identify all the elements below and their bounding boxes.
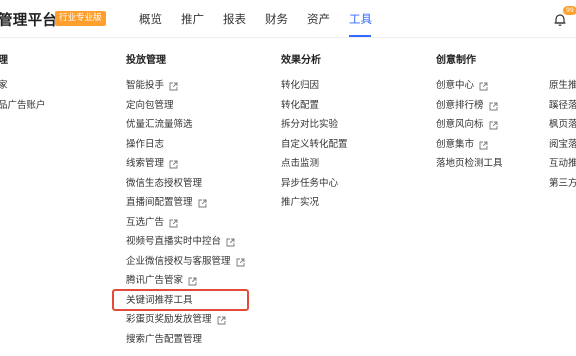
menu-item[interactable]: 落地页检测工具: [436, 157, 503, 177]
external-link-icon: [169, 160, 178, 169]
menu-item-smart-bidder[interactable]: 智能投手: [126, 79, 245, 99]
menu-item[interactable]: 自定义转化配置: [281, 138, 348, 158]
menu-item[interactable]: 互动推: [549, 157, 576, 177]
external-link-icon: [479, 82, 488, 91]
notification-badge: 99: [563, 6, 576, 15]
external-link-icon: [489, 121, 498, 130]
menu-column-management: 理 家 品广告账户: [0, 54, 46, 118]
external-link-icon: [489, 102, 498, 111]
menu-item[interactable]: 转化配置: [281, 99, 348, 119]
top-navigation-bar: 管理平台 行业专业版 概览 推广 报表 财务 资产 工具 99: [0, 0, 576, 38]
column-title: [549, 54, 576, 68]
menu-item[interactable]: 异步任务中心: [281, 177, 348, 197]
menu-item[interactable]: 创意排行榜: [436, 99, 503, 119]
external-link-icon: [217, 316, 226, 325]
menu-item[interactable]: 原生推: [549, 79, 576, 99]
app-title: 管理平台: [0, 13, 58, 29]
external-link-icon: [169, 219, 178, 228]
menu-column-creative: 创意制作 创意中心 创意排行榜 创意风向标 创意集市 落地页检测工具: [436, 54, 503, 177]
external-link-icon: [226, 238, 235, 247]
menu-item[interactable]: 创意集市: [436, 138, 503, 158]
external-link-icon: [188, 277, 197, 286]
nav-finance[interactable]: 财务: [265, 11, 288, 27]
menu-column-analysis: 效果分析 转化归因 转化配置 拆分对比实验 自定义转化配置 点击监测 异步任务中…: [281, 54, 348, 216]
menu-item[interactable]: 微信生态授权管理: [126, 177, 245, 197]
column-title: 理: [0, 55, 8, 66]
menu-item[interactable]: 阅宝落: [549, 138, 576, 158]
menu-item[interactable]: 拆分对比实验: [281, 118, 348, 138]
menu-item[interactable]: 点击监测: [281, 157, 348, 177]
menu-item[interactable]: 品广告账户: [0, 99, 46, 119]
menu-item[interactable]: 家: [0, 79, 46, 99]
menu-item[interactable]: 第三方: [549, 177, 576, 197]
nav-promotion[interactable]: 推广: [181, 11, 204, 27]
nav-assets[interactable]: 资产: [307, 11, 330, 27]
menu-item[interactable]: 创意中心: [436, 79, 503, 99]
menu-item[interactable]: 搜索广告配置管理: [126, 333, 245, 353]
menu-column-landing-pages: 原生推 蹊径落 枫页落 阅宝落 互动推 第三方: [549, 54, 576, 196]
external-link-icon: [236, 258, 245, 267]
menu-item[interactable]: 推广实况: [281, 196, 348, 216]
menu-item[interactable]: 创意风向标: [436, 118, 503, 138]
column-title: 效果分析: [281, 55, 321, 66]
column-title: 创意制作: [436, 55, 476, 66]
highlight-box: [112, 289, 249, 311]
column-title: 投放管理: [126, 55, 166, 66]
menu-item[interactable]: 蹊径落: [549, 99, 576, 119]
menu-item[interactable]: 直播间配置管理: [126, 196, 245, 216]
menu-item[interactable]: 枫页落: [549, 118, 576, 138]
menu-item[interactable]: 操作日志: [126, 138, 245, 158]
menu-item[interactable]: 转化归因: [281, 79, 348, 99]
nav-tools[interactable]: 工具: [349, 11, 372, 27]
external-link-icon: [198, 199, 207, 208]
menu-item[interactable]: 企业微信授权与客服管理: [126, 255, 245, 275]
menu-item[interactable]: 彩蛋页奖励发放管理: [126, 313, 245, 333]
menu-item[interactable]: 视频号直播实时中控台: [126, 235, 245, 255]
menu-item[interactable]: 优量汇流量筛选: [126, 118, 245, 138]
nav-reports[interactable]: 报表: [223, 11, 246, 27]
menu-item[interactable]: 定向包管理: [126, 99, 245, 119]
active-tab-indicator: [349, 35, 371, 37]
menu-item[interactable]: 互选广告: [126, 216, 245, 236]
edition-badge: 行业专业版: [55, 11, 106, 26]
external-link-icon: [169, 82, 178, 91]
menu-item[interactable]: 线索管理: [126, 157, 245, 177]
nav-overview[interactable]: 概览: [139, 11, 162, 27]
external-link-icon: [479, 141, 488, 150]
